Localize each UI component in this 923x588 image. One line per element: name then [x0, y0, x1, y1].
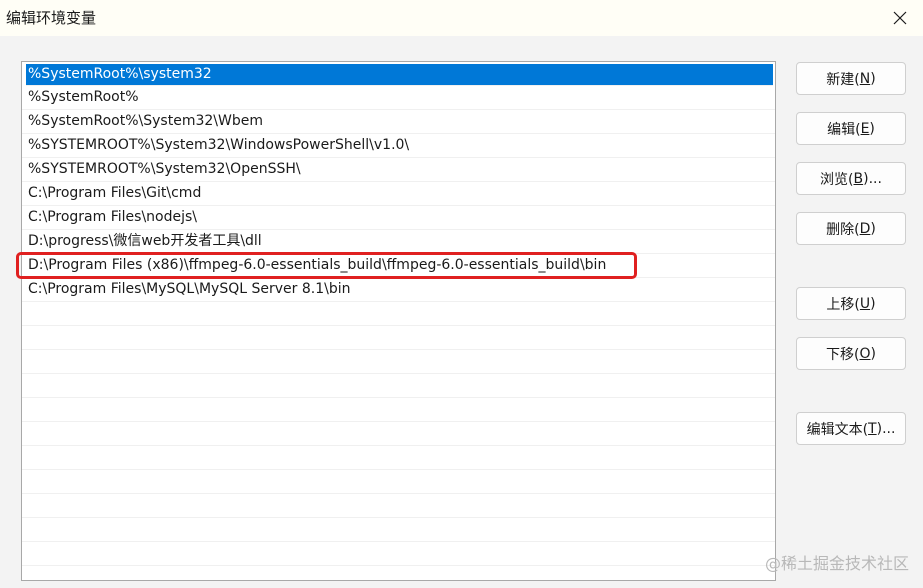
- path-list[interactable]: %SystemRoot%\system32 %SystemRoot% %Syst…: [21, 61, 776, 581]
- list-item[interactable]: %SYSTEMROOT%\System32\OpenSSH\: [22, 158, 775, 182]
- empty-row[interactable]: .: [22, 350, 775, 374]
- move-down-button[interactable]: 下移(O): [796, 337, 906, 370]
- empty-row[interactable]: .: [22, 374, 775, 398]
- list-item[interactable]: %SYSTEMROOT%\System32\WindowsPowerShell\…: [22, 134, 775, 158]
- browse-button[interactable]: 浏览(B)...: [796, 162, 906, 195]
- list-item[interactable]: %SystemRoot%: [22, 86, 775, 110]
- list-item[interactable]: D:\progress\微信web开发者工具\dll: [22, 230, 775, 254]
- empty-row[interactable]: .: [22, 326, 775, 350]
- list-item[interactable]: %SystemRoot%\system32: [26, 64, 773, 86]
- list-item[interactable]: %SystemRoot%\System32\Wbem: [22, 110, 775, 134]
- empty-row[interactable]: .: [22, 302, 775, 326]
- empty-row[interactable]: .: [22, 518, 775, 542]
- title-bar: 编辑环境变量: [0, 0, 923, 36]
- close-icon: [893, 11, 907, 25]
- list-item[interactable]: D:\Program Files (x86)\ffmpeg-6.0-essent…: [22, 254, 775, 278]
- delete-button[interactable]: 删除(D): [796, 212, 906, 245]
- empty-row[interactable]: .: [22, 398, 775, 422]
- new-button[interactable]: 新建(N): [796, 62, 906, 95]
- edit-button[interactable]: 编辑(E): [796, 112, 906, 145]
- empty-row[interactable]: .: [22, 494, 775, 518]
- edit-text-button[interactable]: 编辑文本(T)...: [796, 412, 906, 445]
- list-item[interactable]: C:\Program Files\nodejs\: [22, 206, 775, 230]
- list-item[interactable]: C:\Program Files\MySQL\MySQL Server 8.1\…: [22, 278, 775, 302]
- window-title: 编辑环境变量: [6, 9, 97, 27]
- empty-row[interactable]: .: [22, 446, 775, 470]
- watermark: @稀土掘金技术社区: [764, 554, 909, 573]
- move-up-button[interactable]: 上移(U): [796, 287, 906, 320]
- empty-row[interactable]: .: [22, 470, 775, 494]
- empty-row[interactable]: .: [22, 566, 775, 580]
- list-item[interactable]: C:\Program Files\Git\cmd: [22, 182, 775, 206]
- close-button[interactable]: [877, 0, 923, 36]
- empty-row[interactable]: .: [22, 542, 775, 566]
- empty-row[interactable]: .: [22, 422, 775, 446]
